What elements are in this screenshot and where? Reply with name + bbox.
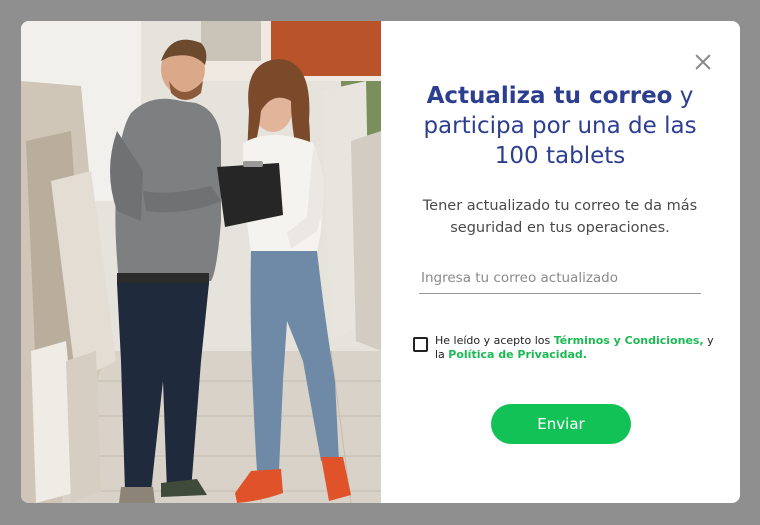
consent-text: He leído y acepto los Términos y Condici… — [435, 334, 725, 362]
modal-content: Actualiza tu correo y participa por una … — [381, 21, 740, 503]
promo-photo — [21, 21, 381, 503]
consent-prefix: He leído y acepto los — [435, 334, 554, 347]
terms-link[interactable]: Términos y Condiciones, — [554, 334, 704, 347]
submit-button[interactable]: Enviar — [491, 404, 631, 444]
privacy-link[interactable]: Política de Privacidad. — [448, 348, 587, 361]
modal-title: Actualiza tu correo y participa por una … — [401, 81, 719, 171]
modal-description: Tener actualizado tu correo te da más se… — [422, 198, 698, 236]
close-icon[interactable] — [692, 51, 714, 73]
photo-illustration — [21, 21, 381, 503]
email-update-modal: Actualiza tu correo y participa por una … — [21, 21, 740, 503]
consent-checkbox[interactable] — [413, 337, 428, 352]
email-input[interactable] — [419, 266, 701, 294]
modal-title-bold: Actualiza tu correo — [426, 83, 673, 109]
